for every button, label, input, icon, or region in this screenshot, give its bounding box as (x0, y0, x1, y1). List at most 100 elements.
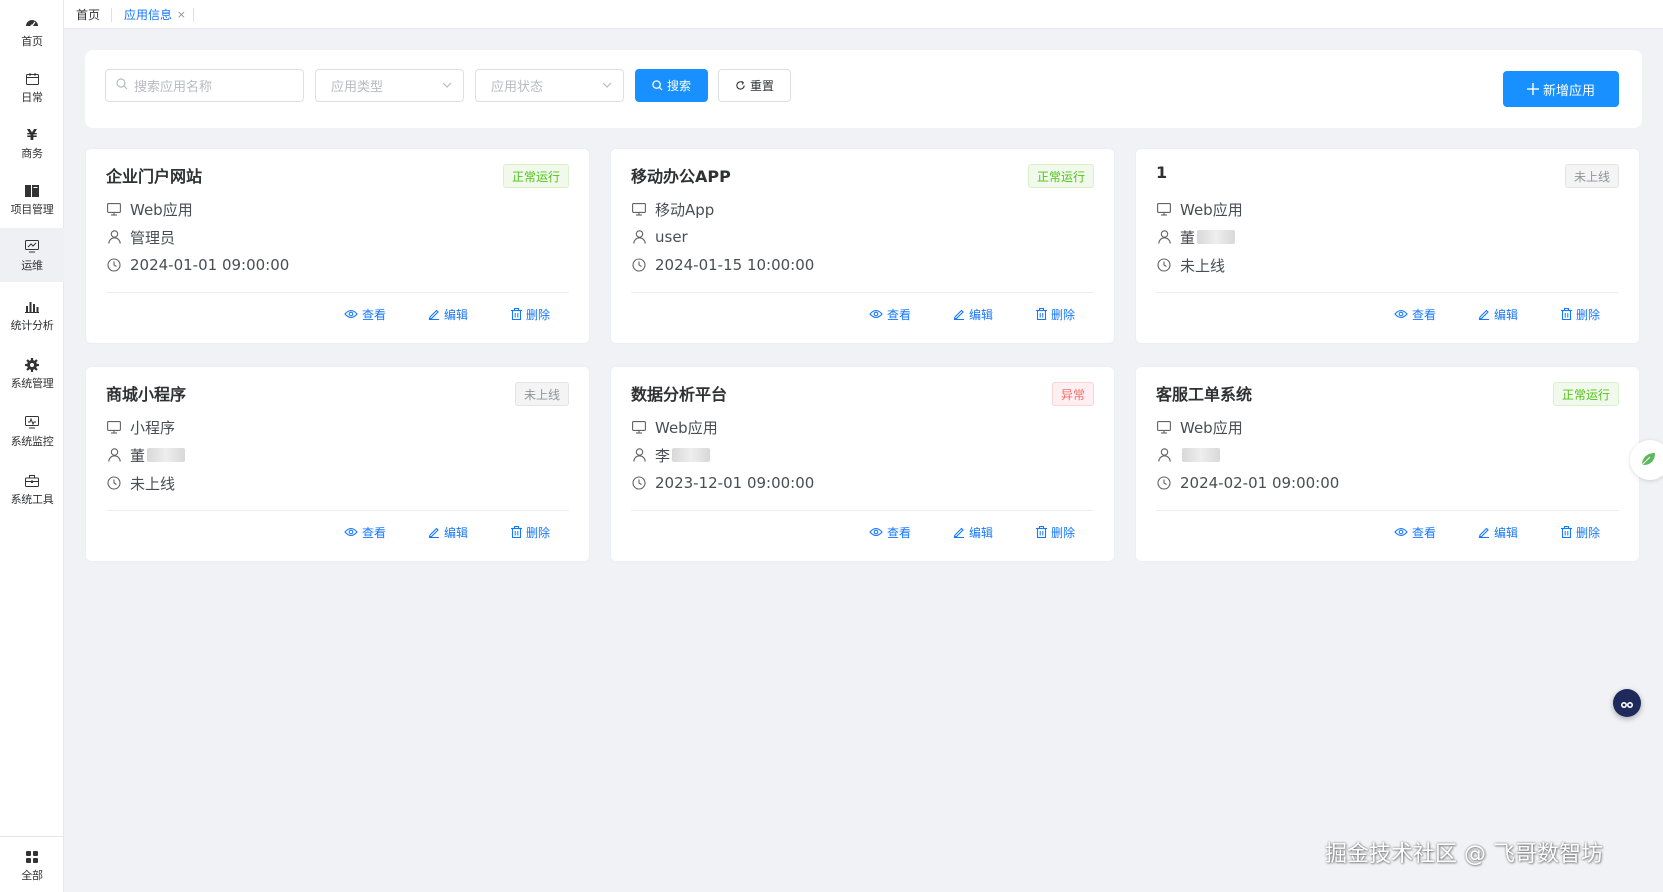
edit-icon (428, 308, 440, 320)
app-type: Web应用 (655, 418, 718, 437)
app-type: Web应用 (1180, 418, 1243, 437)
app-type-row: Web应用 (631, 417, 718, 437)
sidebar-item-ops[interactable]: 运维 (0, 228, 64, 282)
delete-button[interactable]: 删除 (511, 522, 550, 542)
sidebar-item-all[interactable]: 全部 (0, 840, 64, 890)
monitor-icon (631, 201, 647, 217)
app-name: 数据分析平台 (631, 385, 728, 404)
eye-icon (869, 309, 883, 319)
edit-button[interactable]: 编辑 (428, 522, 468, 542)
card-divider (631, 292, 1094, 293)
toolbox-icon (24, 473, 40, 489)
edit-label: 编辑 (444, 307, 469, 322)
delete-button[interactable]: 删除 (1561, 522, 1600, 542)
eye-icon (869, 527, 883, 537)
gear-icon (24, 357, 40, 373)
watermark: 掘金技术社区 @ 飞哥数智坊 (1325, 842, 1603, 867)
app-type: Web应用 (130, 200, 193, 219)
yen-icon: ¥ (26, 125, 38, 144)
card-divider (106, 510, 569, 511)
chevron-down-icon (601, 79, 613, 95)
view-button[interactable]: 查看 (1394, 304, 1436, 324)
sidebar-item-project[interactable]: 项目管理 (0, 172, 64, 226)
app-status-select[interactable]: 应用状态 (475, 69, 624, 102)
view-button[interactable]: 查看 (344, 522, 386, 542)
app-name: 商城小程序 (106, 385, 187, 404)
sidebar-item-business[interactable]: ¥ 商务 (0, 116, 64, 170)
chat-bot-button[interactable] (1613, 689, 1641, 717)
sidebar-item-label: 项目管理 (10, 202, 54, 216)
add-app-button[interactable]: 新增应用 (1503, 71, 1619, 107)
trash-icon (1036, 526, 1047, 538)
edit-button[interactable]: 编辑 (1478, 304, 1518, 324)
time-row: 2023-12-01 09:00:00 (631, 473, 814, 493)
search-input[interactable]: 搜索应用名称 (105, 69, 304, 102)
card-divider (106, 292, 569, 293)
sidebar-item-tools[interactable]: 系统工具 (0, 462, 64, 516)
tabs-bar: 首页 应用信息 × (64, 0, 1663, 29)
search-button-label: 搜索 (666, 79, 691, 93)
app-type: 移动App (655, 200, 715, 219)
view-label: 查看 (887, 525, 912, 540)
status-badge: 未上线 (1564, 164, 1619, 188)
dashboard-icon (24, 15, 40, 31)
monitor-icon (1156, 419, 1172, 435)
app-type-row: Web应用 (1156, 199, 1243, 219)
delete-button[interactable]: 删除 (1561, 304, 1600, 324)
app-card: 商城小程序 未上线 小程序 董 未上线 查看 编辑 删除 (85, 366, 590, 562)
monitor-icon (106, 419, 122, 435)
status-badge: 正常运行 (502, 164, 569, 188)
time-row: 未上线 (1156, 255, 1225, 275)
reset-button[interactable]: 重置 (718, 69, 791, 102)
owner-row: 董 (1156, 227, 1236, 247)
close-icon[interactable]: × (177, 8, 186, 21)
sidebar-divider (0, 836, 64, 837)
sidebar-item-home[interactable]: 首页 (0, 4, 64, 58)
view-button[interactable]: 查看 (1394, 522, 1436, 542)
app-card: 移动办公APP 正常运行 移动App user 2024-01-15 10:00… (610, 148, 1115, 344)
owner-row: 董 (106, 445, 186, 465)
trash-icon (1561, 526, 1572, 538)
floating-assistant[interactable] (1630, 440, 1663, 480)
app-name: 移动办公APP (631, 167, 731, 186)
delete-label: 删除 (1576, 307, 1601, 322)
delete-button[interactable]: 删除 (1036, 522, 1075, 542)
book-icon (24, 183, 40, 199)
app-card: 1 未上线 Web应用 董 未上线 查看 编辑 删除 (1135, 148, 1640, 344)
sidebar-item-label: 首页 (21, 34, 43, 48)
status-badge: 未上线 (514, 382, 569, 406)
sidebar: 首页 日常 ¥ 商务 项目管理 运维 统计分析 系统管理 系统监控 系统工具 全… (0, 0, 64, 892)
delete-button[interactable]: 删除 (511, 304, 550, 324)
search-button[interactable]: 搜索 (635, 69, 708, 102)
edit-button[interactable]: 编辑 (1478, 522, 1518, 542)
view-label: 查看 (1412, 525, 1437, 540)
view-button[interactable]: 查看 (869, 304, 911, 324)
app-time: 未上线 (130, 474, 176, 493)
grid-icon (24, 849, 40, 865)
edit-button[interactable]: 编辑 (953, 304, 993, 324)
app-owner: user (655, 228, 688, 246)
status-badge: 正常运行 (1027, 164, 1094, 188)
edit-icon (1478, 526, 1490, 538)
app-time: 2023-12-01 09:00:00 (655, 474, 815, 492)
reset-button-label: 重置 (749, 79, 774, 93)
view-button[interactable]: 查看 (344, 304, 386, 324)
trash-icon (1036, 308, 1047, 320)
edit-button[interactable]: 编辑 (953, 522, 993, 542)
tab-app-info[interactable]: 应用信息 × (124, 0, 195, 29)
app-owner: 李 (655, 446, 671, 465)
sidebar-item-monitor[interactable]: 系统监控 (0, 404, 64, 458)
sidebar-item-daily[interactable]: 日常 (0, 60, 64, 114)
delete-button[interactable]: 删除 (1036, 304, 1075, 324)
clock-icon (106, 475, 122, 491)
edit-icon (1478, 308, 1490, 320)
sidebar-item-system[interactable]: 系统管理 (0, 346, 64, 400)
sidebar-item-label: 系统管理 (10, 376, 54, 390)
view-button[interactable]: 查看 (869, 522, 911, 542)
tab-home[interactable]: 首页 (76, 0, 113, 29)
sidebar-item-stats[interactable]: 统计分析 (0, 288, 64, 342)
user-icon (1156, 229, 1172, 245)
app-type-row: Web应用 (1156, 417, 1243, 437)
edit-button[interactable]: 编辑 (428, 304, 468, 324)
app-type-select[interactable]: 应用类型 (315, 69, 464, 102)
